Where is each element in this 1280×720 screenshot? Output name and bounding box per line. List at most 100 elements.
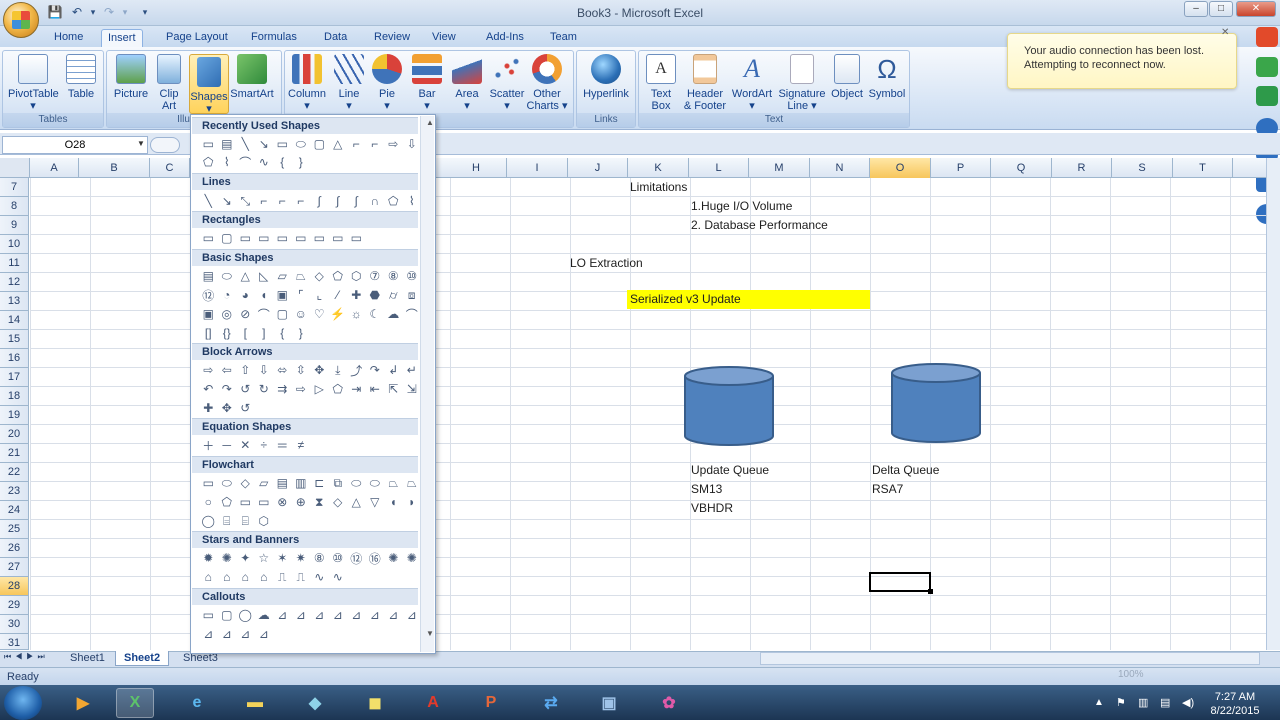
object-button[interactable]: Object <box>826 54 868 100</box>
shape-row[interactable]: ◯ ⌸ ⌸ ⬡ <box>199 512 421 530</box>
cell-sm13[interactable]: SM13 <box>691 482 722 496</box>
row-header[interactable]: 27 <box>0 558 29 577</box>
shape-row[interactable]: ⇨ ⇦ ⇧ ⇩ ⬄ ⇳ ✥ ⤓ ⤴ ↷ ↲ ↵ <box>199 361 421 379</box>
row-header[interactable]: 25 <box>0 520 29 539</box>
present-icon[interactable] <box>1256 86 1278 106</box>
sheet-tab-sheet2[interactable]: Sheet2 <box>115 651 170 666</box>
shape-row[interactable]: ▣ ◎ ⊘ ⌒ ▢ ☺ ♡ ⚡ ☼ ☾ ☁ ⌒ <box>199 305 421 323</box>
row-header[interactable]: 12 <box>0 273 29 292</box>
shape-row[interactable]: ⌂ ⌂ ⌂ ⌂ ⎍ ⎍ ∿ ∿ <box>199 568 421 586</box>
tab-team[interactable]: Team <box>544 29 583 47</box>
cell-item-1[interactable]: 1.Huge I/O Volume <box>691 199 792 213</box>
row-header[interactable]: 30 <box>0 615 29 634</box>
row-header[interactable]: 11 <box>0 254 29 273</box>
row-header[interactable]: 23 <box>0 482 29 501</box>
tray-arrow-icon[interactable]: ▲ <box>1094 697 1104 708</box>
app-icon[interactable]: ◆ <box>296 688 334 718</box>
select-all-corner[interactable] <box>0 158 30 178</box>
sheet-nav-icon[interactable]: ⏮◀▶⏭ <box>4 652 49 662</box>
media-player-icon[interactable]: ▶ <box>64 688 102 718</box>
shape-row[interactable]: ▤ ⬭ △ ◺ ▱ ⏢ ◇ ⬠ ⬡ ⑦ ⑧ ⑩ <box>199 267 421 285</box>
flower-app-icon[interactable]: ✿ <box>650 688 688 718</box>
cell-lo-extraction[interactable]: LO Extraction <box>570 256 643 270</box>
tab-view[interactable]: View <box>426 29 462 47</box>
check-tool-icon[interactable] <box>1256 57 1278 77</box>
row-header[interactable]: 8 <box>0 197 29 216</box>
column-header[interactable]: T <box>1173 158 1233 178</box>
column-header[interactable]: J <box>568 158 628 178</box>
shapes-button[interactable]: Shapes ▾ <box>189 54 229 115</box>
restore-button[interactable]: □ <box>1209 1 1233 17</box>
row-header[interactable]: 31 <box>0 634 29 650</box>
shape-row[interactable]: ○ ⬠ ▭ ▭ ⊗ ⊕ ⧗ ◇ △ ▽ ◖ ◗ <box>199 493 421 511</box>
powerpoint-icon[interactable]: P <box>472 688 510 718</box>
tab-formulas[interactable]: Formulas <box>245 29 303 47</box>
tray-battery-icon[interactable]: ▥ <box>1138 696 1148 709</box>
signature-line-button[interactable]: Signature Line ▾ <box>776 54 828 112</box>
column-header-selected[interactable]: O <box>870 158 931 178</box>
row-header[interactable]: 13 <box>0 292 29 311</box>
symbol-button[interactable]: Ω Symbol <box>866 54 908 100</box>
name-box-dropdown-icon[interactable]: ▼ <box>137 139 145 148</box>
shape-row[interactable]: ＋－ ✕ ÷ ＝ ≠ <box>199 436 421 454</box>
shape-row[interactable]: ⑫ ◔ ◕ ◖ ▣ ⌜ ⌞ ⁄ ✚ ⬣ ⌭ ⧈ <box>199 286 421 304</box>
header-footer-button[interactable]: Header & Footer <box>682 54 728 112</box>
row-header[interactable]: 22 <box>0 463 29 482</box>
office-button[interactable] <box>3 2 39 38</box>
shape-row[interactable]: ▭ ▤ ╲ ↘ ▭ ⬭ ▢ △ ⌐ ⌐ ⇨ ⇩ <box>199 135 421 153</box>
tray-flag-icon[interactable]: ⚑ <box>1116 696 1126 709</box>
column-header[interactable]: A <box>30 158 79 178</box>
active-cell-cursor[interactable] <box>869 572 933 594</box>
column-header[interactable]: L <box>689 158 749 178</box>
horizontal-scrollbar[interactable] <box>760 652 1260 665</box>
sheet-tab-sheet1[interactable]: Sheet1 <box>62 651 113 666</box>
row-header[interactable]: 14 <box>0 311 29 330</box>
back-arrow-icon[interactable] <box>1256 27 1278 47</box>
row-header[interactable]: 18 <box>0 387 29 406</box>
column-header[interactable]: M <box>749 158 810 178</box>
acrobat-icon[interactable]: A <box>414 688 452 718</box>
column-header[interactable]: C <box>150 158 190 178</box>
delta-queue-cylinder[interactable] <box>891 363 981 443</box>
shape-row[interactable]: ✚ ✥ ↺ <box>199 399 421 417</box>
vertical-scrollbar[interactable] <box>1266 158 1280 650</box>
text-box-button[interactable]: A Text Box <box>640 54 682 112</box>
row-header[interactable]: 26 <box>0 539 29 558</box>
row-header[interactable]: 7 <box>0 178 29 197</box>
gallery-scroll-up-icon[interactable]: ▲ <box>426 118 434 127</box>
tab-data[interactable]: Data <box>318 29 353 47</box>
column-header[interactable]: I <box>507 158 568 178</box>
folder-icon[interactable]: ▬ <box>236 688 274 718</box>
smartart-button[interactable]: SmartArt <box>230 54 274 100</box>
row-header[interactable]: 16 <box>0 349 29 368</box>
row-header[interactable]: 10 <box>0 235 29 254</box>
cell-limitations[interactable]: Limitations <box>630 180 687 194</box>
tab-review[interactable]: Review <box>368 29 416 47</box>
shape-row[interactable]: ↶ ↷ ↺ ↻ ⇉ ⇨ ▷ ⬠ ⇥ ⇤ ⇱ ⇲ <box>199 380 421 398</box>
clip-art-button[interactable]: Clip Art <box>150 54 188 112</box>
teamviewer-icon[interactable]: ⇄ <box>532 688 570 718</box>
internet-explorer-icon[interactable]: e <box>178 688 216 718</box>
shapes-gallery[interactable]: Recently Used Shapes ▭ ▤ ╲ ↘ ▭ ⬭ ▢ △ ⌐ ⌐ ⇨ ⇩ ⬠ ⌇ ⌒ ∿{}… <box>190 114 436 654</box>
shape-row[interactable]: []{}[]{} <box>199 324 421 342</box>
row-header[interactable]: 19 <box>0 406 29 425</box>
shape-row[interactable]: ✹ ✺ ✦ ☆ ✶ ✷ ⑧ ⑩ ⑫ ⑯ ✺ ✺ <box>199 549 421 567</box>
row-header[interactable]: 15 <box>0 330 29 349</box>
shape-row[interactable]: ▭ ▢ ◯ ☁ ⊿ ⊿ ⊿ ⊿ ⊿ ⊿ ⊿ ⊿ <box>199 606 421 624</box>
shape-row[interactable]: ⬠ ⌇ ⌒ ∿{} <box>199 153 421 171</box>
column-header[interactable]: Q <box>991 158 1052 178</box>
update-queue-cylinder[interactable] <box>684 366 774 446</box>
excel-taskbar-icon[interactable]: X <box>116 688 154 718</box>
cell-rsa7[interactable]: RSA7 <box>872 482 903 496</box>
picture-button[interactable]: Picture <box>108 54 154 100</box>
start-button[interactable] <box>4 686 42 720</box>
tab-add-ins[interactable]: Add-Ins <box>480 29 530 47</box>
notes-icon[interactable]: ◼ <box>356 688 394 718</box>
column-header[interactable]: S <box>1112 158 1173 178</box>
row-header-selected[interactable]: 28 <box>0 577 29 596</box>
table-button[interactable]: Table <box>58 54 104 100</box>
shape-row[interactable]: ▭ ⬭ ◇ ▱ ▤ ▥ ⊏ ⧉ ⬭ ⬭ ⏢ ⏢ <box>199 474 421 492</box>
row-header[interactable]: 20 <box>0 425 29 444</box>
zoom-level[interactable]: 100% <box>1118 669 1144 680</box>
name-box[interactable]: O28 <box>2 136 148 154</box>
